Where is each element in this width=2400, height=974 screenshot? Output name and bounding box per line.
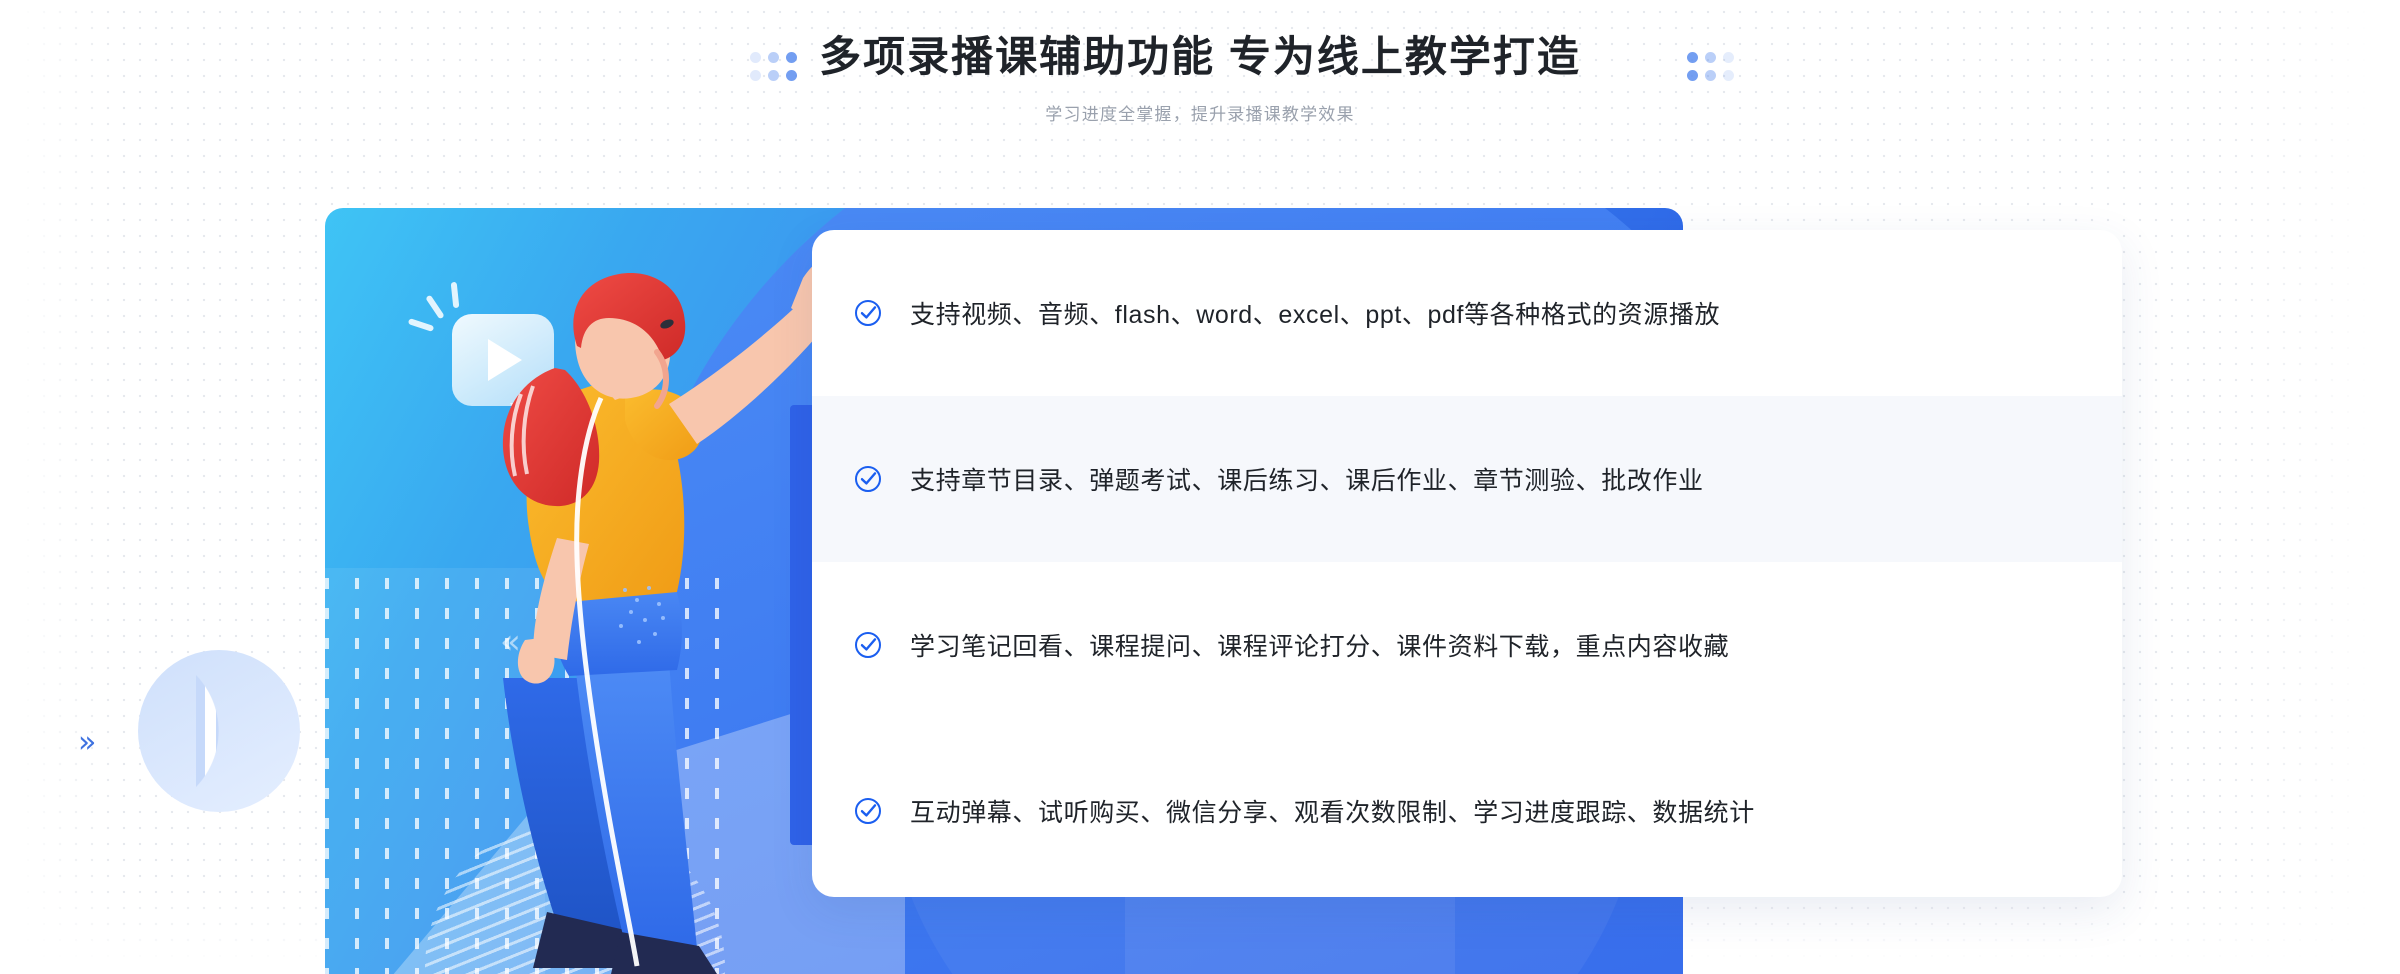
feature-list-card: 支持视频、音频、flash、word、excel、ppt、pdf等各种格式的资源… <box>812 230 2122 897</box>
chevron-double-right-icon: » <box>78 725 97 760</box>
feature-row[interactable]: 互动弹幕、试听购买、微信分享、观看次数限制、学习进度跟踪、数据统计 <box>812 728 2122 894</box>
check-circle-icon <box>854 631 882 659</box>
feature-label: 支持视频、音频、flash、word、excel、ppt、pdf等各种格式的资源… <box>910 301 1721 329</box>
check-circle-icon <box>854 299 882 327</box>
page-subtitle: 学习进度全掌握，提升录播课教学效果 <box>1045 105 1355 124</box>
feature-row[interactable]: 支持视频、音频、flash、word、excel、ppt、pdf等各种格式的资源… <box>812 230 2122 396</box>
check-circle-icon <box>854 465 882 493</box>
feature-label: 学习笔记回看、课程提问、课程评论打分、课件资料下载，重点内容收藏 <box>910 633 1730 661</box>
page-header: 多项录播课辅助功能 专为线上教学打造 学习进度全掌握，提升录播课教学效果 <box>0 0 2400 170</box>
feature-label: 互动弹幕、试听购买、微信分享、观看次数限制、学习进度跟踪、数据统计 <box>910 799 1755 827</box>
check-circle-icon <box>854 797 882 825</box>
feature-row[interactable]: 支持章节目录、弹题考试、课后练习、课后作业、章节测验、批改作业 <box>812 396 2122 562</box>
feature-label: 支持章节目录、弹题考试、课后练习、课后作业、章节测验、批改作业 <box>910 467 1704 495</box>
decorative-striped-circle <box>196 650 306 812</box>
page-title: 多项录播课辅助功能 专为线上教学打造 <box>819 33 1581 80</box>
feature-row[interactable]: 学习笔记回看、课程提问、课程评论打分、课件资料下载，重点内容收藏 <box>812 562 2122 728</box>
